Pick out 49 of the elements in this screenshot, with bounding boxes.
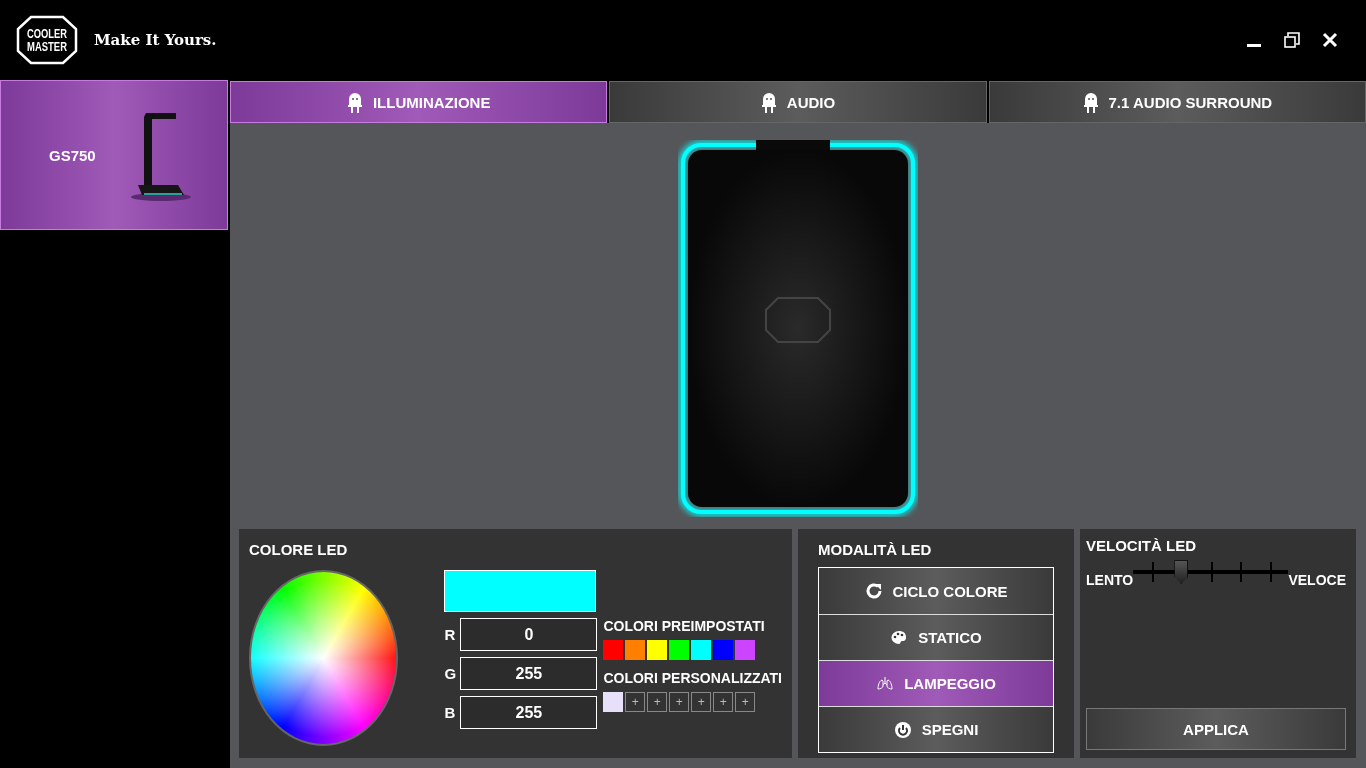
slider-thumb[interactable] <box>1174 560 1189 584</box>
restore-icon[interactable] <box>1284 32 1300 48</box>
preset-color-swatch[interactable] <box>669 640 690 660</box>
add-color-button[interactable]: + <box>669 692 690 712</box>
field-label: G <box>444 665 455 682</box>
close-icon[interactable] <box>1322 32 1338 48</box>
input-field[interactable]: 255 <box>460 696 598 729</box>
mode-button[interactable]: LAMPEGGIO <box>819 660 1053 706</box>
add-color-button[interactable]: + <box>735 692 756 712</box>
custom-color-swatch[interactable] <box>603 692 624 712</box>
input-field[interactable]: 255 <box>460 657 598 690</box>
mode-button[interactable]: SPEGNI <box>819 706 1053 752</box>
input-field[interactable]: 0 <box>460 618 598 651</box>
power-icon <box>893 720 912 739</box>
mode-button[interactable]: STATICO <box>819 614 1053 660</box>
preset-color-swatch[interactable] <box>735 640 756 660</box>
preset-color-swatch[interactable] <box>691 640 712 660</box>
tagline: Make It Yours. <box>94 31 217 49</box>
lungs-icon <box>876 674 895 693</box>
refresh-icon <box>864 582 883 600</box>
bulb-icon <box>346 91 363 113</box>
panel-title: VELOCITÀ LED <box>1086 537 1197 554</box>
slider-min-label: LENTO <box>1086 572 1134 588</box>
preset-color-swatch[interactable] <box>647 640 668 660</box>
tab[interactable]: ILLUMINAZIONE <box>230 81 608 123</box>
preset-color-swatch[interactable] <box>603 640 624 660</box>
device-card[interactable]: GS750 <box>0 80 228 230</box>
panel-title: MODALITÀ LED <box>818 541 933 558</box>
slider-max-label: VELOCE <box>1288 572 1346 588</box>
preset-color-swatch[interactable] <box>713 640 734 660</box>
palette-icon <box>890 628 909 647</box>
tab[interactable]: 7.1 AUDIO SURROUND <box>988 81 1366 123</box>
bulb-icon <box>1082 91 1099 113</box>
add-color-button[interactable]: + <box>713 692 734 712</box>
add-color-button[interactable]: + <box>625 692 646 712</box>
mode-button[interactable]: CICLO COLORE <box>819 568 1053 614</box>
bulb-icon <box>760 91 777 113</box>
logo-icon: COOLER MASTER <box>16 15 78 65</box>
tab[interactable]: AUDIO <box>609 81 987 123</box>
panel-title: COLORE LED <box>249 541 349 558</box>
device-name: GS750 <box>49 146 96 164</box>
apply-button[interactable]: APPLICA <box>1086 708 1346 750</box>
section-label: COLORI PERSONALIZZATI <box>603 670 782 686</box>
add-color-button[interactable]: + <box>647 692 668 712</box>
preset-color-swatch[interactable] <box>625 640 646 660</box>
field-label: B <box>444 704 455 721</box>
section-label: COLORI PREIMPOSTATI <box>603 618 766 634</box>
field-label: R <box>444 626 455 643</box>
add-color-button[interactable]: + <box>691 692 712 712</box>
